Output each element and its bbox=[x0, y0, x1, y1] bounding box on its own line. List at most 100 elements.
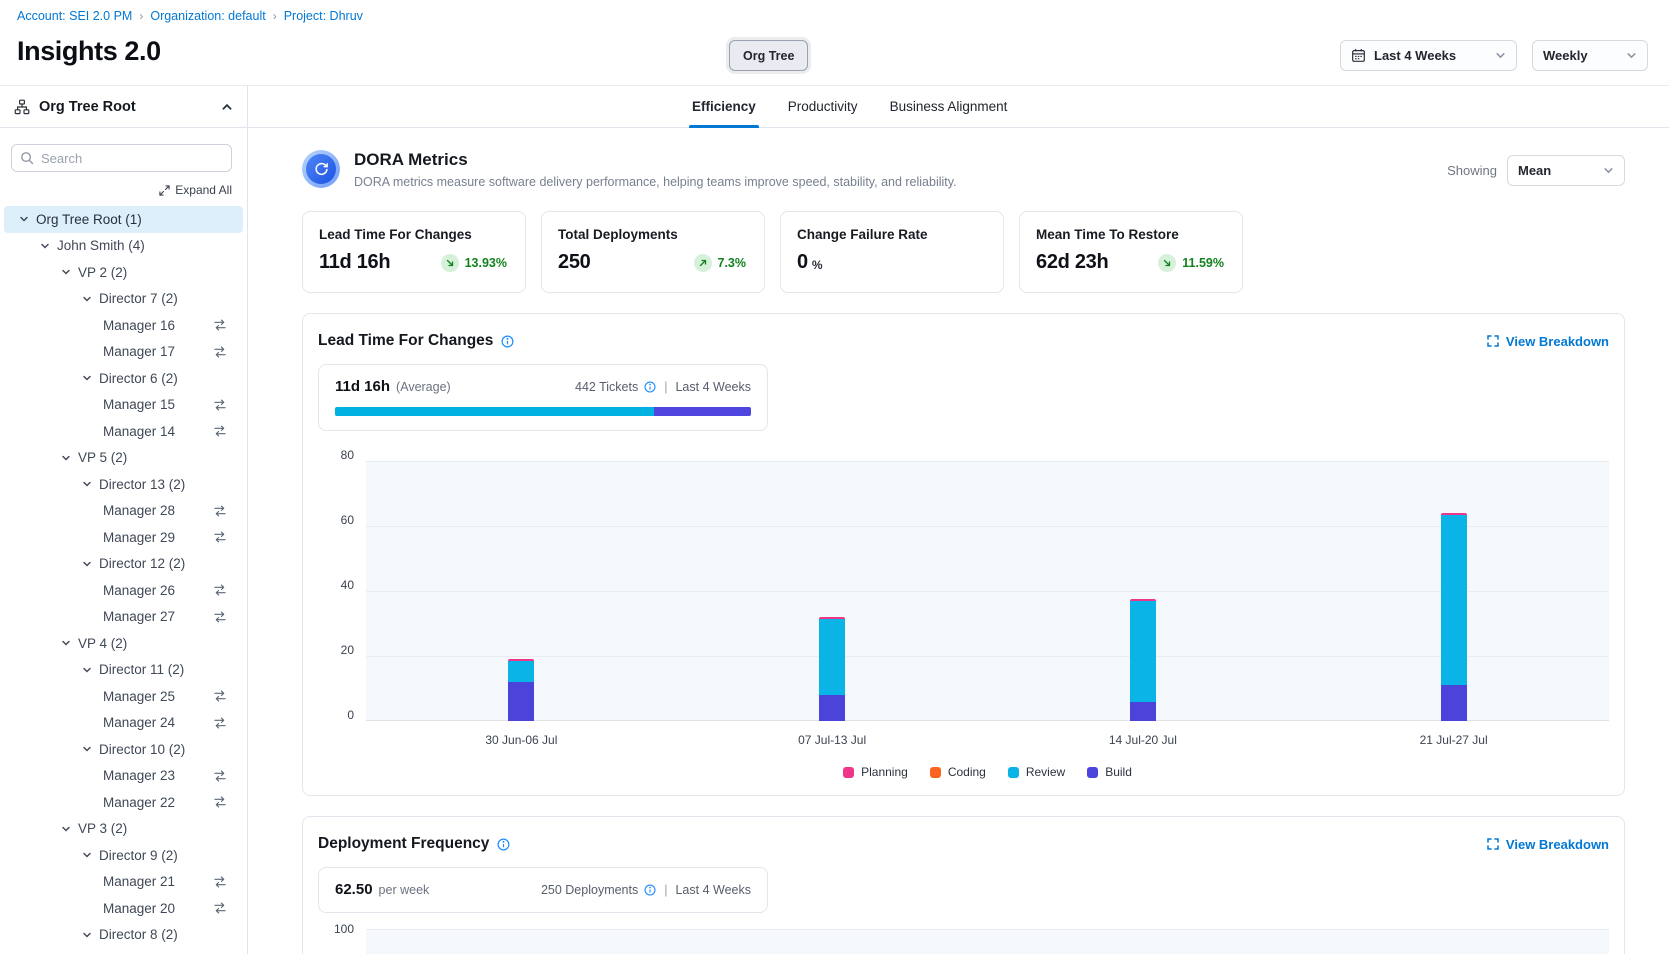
legend-label: Review bbox=[1026, 765, 1065, 779]
breadcrumb-link[interactable]: Organization: default bbox=[150, 9, 265, 23]
split-segment-build bbox=[654, 407, 751, 416]
info-icon[interactable] bbox=[497, 838, 510, 851]
main-content: DORA Metrics DORA metrics measure softwa… bbox=[248, 128, 1669, 954]
filter-settings-icon[interactable] bbox=[213, 610, 227, 624]
expand-all-label: Expand All bbox=[175, 183, 232, 197]
tree-item-manager-14[interactable]: Manager 14 bbox=[4, 418, 243, 445]
bar-07-jul-13-jul[interactable] bbox=[819, 617, 845, 721]
filter-settings-icon[interactable] bbox=[213, 875, 227, 889]
gridline-40 bbox=[366, 591, 1609, 592]
chevron-down-icon[interactable] bbox=[82, 559, 92, 569]
lead-view-breakdown-link[interactable]: View Breakdown bbox=[1487, 334, 1609, 349]
info-icon[interactable] bbox=[644, 381, 656, 393]
tree-item-manager-29[interactable]: Manager 29 bbox=[4, 524, 243, 551]
filter-settings-icon[interactable] bbox=[213, 689, 227, 703]
tree-item-vp-3-2[interactable]: VP 3 (2) bbox=[4, 816, 243, 843]
tree-item-director-12-2[interactable]: Director 12 (2) bbox=[4, 551, 243, 578]
tab-business-alignment[interactable]: Business Alignment bbox=[887, 86, 1011, 127]
chevron-down-icon[interactable] bbox=[82, 294, 92, 304]
tree-item-manager-16[interactable]: Manager 16 bbox=[4, 312, 243, 339]
tree-item-vp-5-2[interactable]: VP 5 (2) bbox=[4, 445, 243, 472]
tree-item-manager-20[interactable]: Manager 20 bbox=[4, 895, 243, 922]
info-icon[interactable] bbox=[644, 884, 656, 896]
y-tick-label: 20 bbox=[318, 643, 354, 657]
tree-item-manager-26[interactable]: Manager 26 bbox=[4, 577, 243, 604]
bar-14-jul-20-jul[interactable] bbox=[1130, 599, 1156, 721]
filter-settings-icon[interactable] bbox=[213, 769, 227, 783]
tree-item-director-11-2[interactable]: Director 11 (2) bbox=[4, 657, 243, 684]
breadcrumb-link[interactable]: Account: SEI 2.0 PM bbox=[17, 9, 132, 23]
filter-settings-icon[interactable] bbox=[213, 583, 227, 597]
org-tree-toggle-button[interactable]: Org Tree bbox=[729, 40, 808, 71]
filter-settings-icon[interactable] bbox=[213, 795, 227, 809]
tree-item-director-13-2[interactable]: Director 13 (2) bbox=[4, 471, 243, 498]
filter-settings-icon[interactable] bbox=[213, 530, 227, 544]
filter-settings-icon[interactable] bbox=[213, 504, 227, 518]
tree-item-label: Director 9 (2) bbox=[99, 848, 178, 863]
chevron-down-icon[interactable] bbox=[82, 665, 92, 675]
tree-item-label: VP 2 (2) bbox=[78, 265, 127, 280]
granularity-value: Weekly bbox=[1543, 48, 1588, 63]
deployment-panel-title: Deployment Frequency bbox=[318, 835, 510, 853]
filter-settings-icon[interactable] bbox=[213, 716, 227, 730]
tree-item-manager-21[interactable]: Manager 21 bbox=[4, 869, 243, 896]
filter-settings-icon[interactable] bbox=[213, 901, 227, 915]
metric-card-mean-time-to-restore: Mean Time To Restore62d 23h11.59% bbox=[1019, 211, 1243, 293]
tree-item-director-8-2[interactable]: Director 8 (2) bbox=[4, 922, 243, 949]
chevron-down-icon[interactable] bbox=[61, 267, 71, 277]
tree-item-manager-27[interactable]: Manager 27 bbox=[4, 604, 243, 631]
tree-item-manager-17[interactable]: Manager 17 bbox=[4, 339, 243, 366]
bar-30-jun-06-jul[interactable] bbox=[508, 659, 534, 721]
collapse-chevron-icon[interactable] bbox=[221, 101, 233, 113]
chevron-down-icon[interactable] bbox=[82, 850, 92, 860]
legend-item-planning[interactable]: Planning bbox=[843, 765, 908, 779]
search-input[interactable] bbox=[41, 151, 223, 166]
legend-item-build[interactable]: Build bbox=[1087, 765, 1132, 779]
gridline-0 bbox=[366, 720, 1609, 721]
filter-settings-icon[interactable] bbox=[213, 424, 227, 438]
expand-all-link[interactable]: Expand All bbox=[159, 183, 232, 197]
tree-item-vp-2-2[interactable]: VP 2 (2) bbox=[4, 259, 243, 286]
tree-item-manager-24[interactable]: Manager 24 bbox=[4, 710, 243, 737]
tree-item-manager-28[interactable]: Manager 28 bbox=[4, 498, 243, 525]
breadcrumb-separator-icon: › bbox=[139, 9, 143, 23]
tree-item-manager-23[interactable]: Manager 23 bbox=[4, 763, 243, 790]
tree-item-director-10-2[interactable]: Director 10 (2) bbox=[4, 736, 243, 763]
chevron-down-icon[interactable] bbox=[40, 241, 50, 251]
filter-settings-icon[interactable] bbox=[213, 318, 227, 332]
chevron-down-icon[interactable] bbox=[61, 638, 71, 648]
info-icon[interactable] bbox=[501, 335, 514, 348]
tree-item-manager-22[interactable]: Manager 22 bbox=[4, 789, 243, 816]
tree-item-director-6-2[interactable]: Director 6 (2) bbox=[4, 365, 243, 392]
tree-item-director-9-2[interactable]: Director 9 (2) bbox=[4, 842, 243, 869]
tree-item-manager-25[interactable]: Manager 25 bbox=[4, 683, 243, 710]
showing-select[interactable]: Mean bbox=[1507, 155, 1625, 186]
filter-settings-icon[interactable] bbox=[213, 345, 227, 359]
tree-item-director-7-2[interactable]: Director 7 (2) bbox=[4, 286, 243, 313]
filter-settings-icon[interactable] bbox=[213, 398, 227, 412]
legend-item-review[interactable]: Review bbox=[1008, 765, 1065, 779]
bar-21-jul-27-jul[interactable] bbox=[1441, 513, 1467, 721]
lead-time-split-bar bbox=[335, 407, 751, 416]
granularity-select[interactable]: Weekly bbox=[1532, 40, 1648, 71]
tab-productivity[interactable]: Productivity bbox=[785, 86, 861, 127]
date-range-select[interactable]: Last 4 Weeks bbox=[1340, 40, 1517, 71]
lead-time-panel-title: Lead Time For Changes bbox=[318, 332, 514, 350]
tree-item-manager-15[interactable]: Manager 15 bbox=[4, 392, 243, 419]
deployment-view-breakdown-link[interactable]: View Breakdown bbox=[1487, 837, 1609, 852]
chevron-down-icon[interactable] bbox=[82, 373, 92, 383]
legend-item-coding[interactable]: Coding bbox=[930, 765, 986, 779]
chevron-down-icon[interactable] bbox=[82, 930, 92, 940]
chevron-down-icon[interactable] bbox=[61, 453, 71, 463]
tab-efficiency[interactable]: Efficiency bbox=[689, 86, 759, 127]
breadcrumb-link[interactable]: Project: Dhruv bbox=[284, 9, 363, 23]
chevron-down-icon[interactable] bbox=[82, 744, 92, 754]
trend-down-icon bbox=[1158, 254, 1176, 272]
tree-item-john-smith-4[interactable]: John Smith (4) bbox=[4, 233, 243, 260]
tree-item-vp-4-2[interactable]: VP 4 (2) bbox=[4, 630, 243, 657]
tree-item-org-tree-root-1[interactable]: Org Tree Root (1) bbox=[4, 206, 243, 233]
chevron-down-icon[interactable] bbox=[19, 214, 29, 224]
chevron-down-icon[interactable] bbox=[61, 824, 71, 834]
chevron-down-icon[interactable] bbox=[82, 479, 92, 489]
gridline-20 bbox=[366, 656, 1609, 657]
